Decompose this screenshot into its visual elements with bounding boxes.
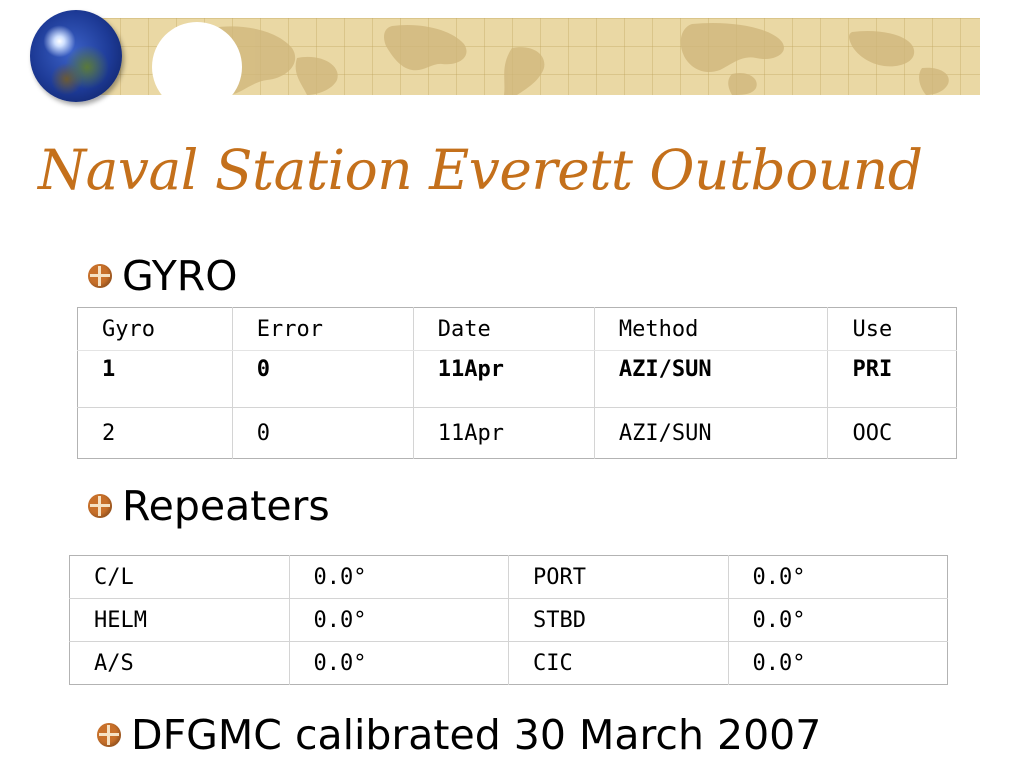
table-cell: 0 [231, 407, 414, 459]
gyro-table: Gyro Error Date Method Use 1 0 11Apr AZI… [77, 307, 957, 459]
table-cell: 0.0° [727, 641, 948, 685]
table-cell: 0 [231, 350, 414, 408]
table-cell: 2 [102, 420, 116, 446]
globe-icon [30, 10, 122, 102]
world-map-banner [92, 18, 980, 95]
header-cell: Use [827, 307, 957, 351]
table-cell: PRI [827, 350, 957, 408]
table-cell: 0.0° [288, 641, 509, 685]
table-row: C/L 0.0° PORT 0.0° [69, 555, 948, 599]
table-header-row: Gyro Error Date Method Use [77, 307, 957, 351]
table-cell: HELM [69, 598, 289, 642]
table-cell: 11Apr [412, 350, 595, 408]
slide-title: Naval Station Everett Outbound [38, 138, 923, 202]
table-cell: 0.0° [727, 598, 948, 642]
globe-bullet-icon [88, 494, 112, 518]
bullet-dfgmc-label: DFGMC calibrated 30 March 2007 [131, 711, 822, 759]
bullet-gyro-label: GYRO [122, 252, 238, 300]
header-cell: Gyro [77, 307, 233, 351]
globe-bullet-icon [88, 264, 112, 288]
header-cell: Date [412, 307, 595, 351]
table-cell: PORT [508, 555, 728, 599]
table-cell: C/L [69, 555, 289, 599]
table-cell: OOC [827, 407, 957, 459]
table-cell: AZI/SUN [593, 350, 828, 408]
bullet-repeaters: Repeaters [88, 482, 330, 530]
repeaters-table: C/L 0.0° PORT 0.0° HELM 0.0° STBD 0.0° A… [69, 555, 948, 685]
header-cell: Method [593, 307, 828, 351]
table-cell: 0.0° [288, 555, 509, 599]
table-cell: 1 [77, 350, 233, 408]
table-row: 2 0 11Apr AZI/SUN OOC [78, 407, 957, 459]
table-cell: STBD [508, 598, 728, 642]
table-row: A/S 0.0° CIC 0.0° [70, 641, 948, 685]
bullet-gyro: GYRO [88, 252, 238, 300]
table-cell: 0.0° [288, 598, 509, 642]
table-cell: 11Apr [412, 407, 595, 459]
table-row: HELM 0.0° STBD 0.0° [69, 598, 948, 642]
table-cell: AZI/SUN [593, 407, 828, 459]
table-row: 1 0 11Apr AZI/SUN PRI [77, 350, 957, 408]
globe-bullet-icon [97, 723, 121, 747]
header-cell: Error [231, 307, 414, 351]
bullet-dfgmc: DFGMC calibrated 30 March 2007 [97, 711, 821, 759]
table-cell: 0.0° [727, 555, 948, 599]
table-cell: CIC [508, 641, 728, 685]
table-cell: A/S [94, 650, 134, 676]
bullet-repeaters-label: Repeaters [122, 482, 330, 530]
